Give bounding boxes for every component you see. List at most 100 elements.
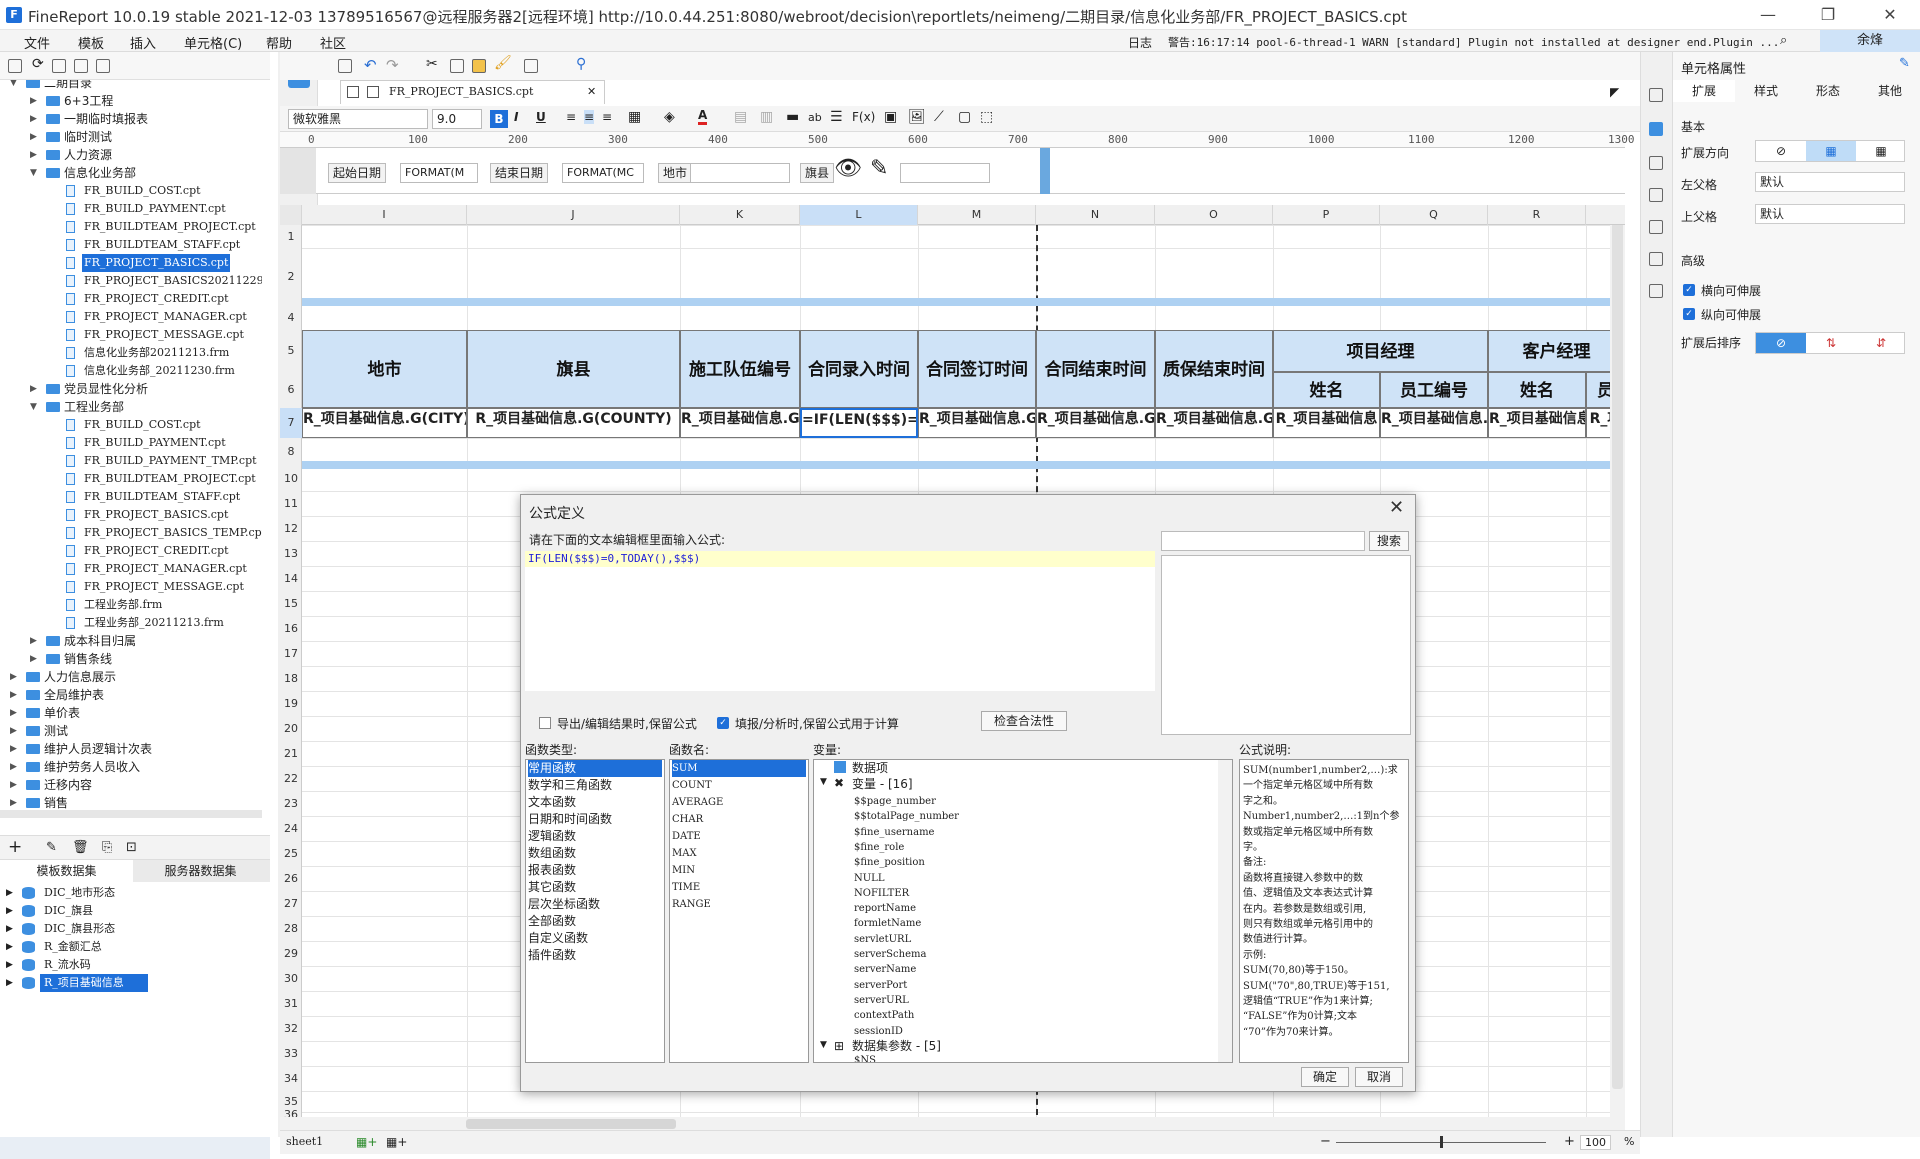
row-header-34[interactable]: 34 — [280, 1066, 302, 1091]
variable-item[interactable]: serverName — [854, 962, 1154, 977]
direction-none-icon[interactable]: ⊘ — [1756, 141, 1806, 161]
link-icon[interactable] — [1649, 252, 1663, 266]
tab-form[interactable]: 形态 — [1797, 80, 1859, 102]
log-label[interactable]: 日志 — [1128, 34, 1152, 51]
variable-item[interactable]: $fine_role — [854, 840, 1154, 855]
function-name-item[interactable]: DATE — [672, 828, 806, 845]
formula-editor[interactable]: IF(LEN($$$)=0,TODAY(),$$$) — [525, 551, 1155, 691]
refresh-icon[interactable]: ⟳ — [32, 56, 44, 72]
keep-export-checkbox[interactable] — [539, 717, 551, 729]
function-type-item[interactable]: 其它函数 — [528, 879, 662, 896]
expanded-arrow-icon[interactable]: ▼ — [820, 1040, 827, 1050]
hyperlink-icon[interactable] — [1649, 220, 1663, 234]
column-header-R[interactable]: R — [1488, 205, 1586, 225]
menu-template[interactable]: 模板 — [78, 33, 104, 52]
tree-item[interactable]: FR_PROJECT_MESSAGE.cpt — [0, 578, 262, 596]
redo-icon[interactable]: ↷ — [386, 56, 399, 74]
column-header-Q[interactable]: Q — [1380, 205, 1488, 225]
row-header-23[interactable]: 23 — [280, 791, 302, 816]
collapsed-arrow-icon[interactable]: ▶ — [6, 902, 13, 920]
new-folder-icon[interactable] — [8, 59, 22, 73]
pencil-icon[interactable]: ✎ — [870, 156, 888, 181]
justify-icon[interactable]: ☰ — [830, 109, 843, 125]
tree-item[interactable]: ▼ 工程业务部 — [0, 398, 262, 416]
function-search-input[interactable] — [1161, 531, 1365, 551]
tree-item[interactable]: ▶ 测试 — [0, 722, 262, 740]
tree-item[interactable]: ▶ 单价表 — [0, 704, 262, 722]
variable-item[interactable]: sessionID — [854, 1024, 1154, 1039]
v-expand-checkbox[interactable]: ✓ — [1683, 308, 1695, 320]
left-parent-select[interactable]: 默认 — [1755, 172, 1905, 192]
variable-item[interactable]: serverURL — [854, 993, 1154, 1008]
function-type-item[interactable]: 常用函数 — [528, 760, 662, 777]
dataset-item[interactable]: ▶ R_项目基础信息 — [0, 974, 270, 992]
data-cell[interactable]: R_项目基础信息.G(CONTRACT) — [1036, 408, 1155, 438]
variable-scrollbar[interactable] — [1218, 760, 1232, 1062]
header-cell[interactable]: 客户经理 — [1488, 330, 1625, 372]
header-cell[interactable]: 合同结束时间 — [1036, 330, 1155, 408]
row-header-14[interactable]: 14 — [280, 566, 302, 591]
zoom-value[interactable]: 100 — [1580, 1135, 1611, 1150]
add-sheet2-icon[interactable]: ▦+ — [386, 1135, 407, 1149]
row-header-31[interactable]: 31 — [280, 991, 302, 1016]
param-scrollbar[interactable] — [1040, 148, 1050, 194]
variable-item[interactable]: contextPath — [854, 1008, 1154, 1023]
tree-item[interactable]: ▶ 人力资源 — [0, 146, 262, 164]
tree-item[interactable]: FR_PROJECT_BASICS.cpt — [0, 254, 262, 272]
header-cell[interactable]: 质保结束时间 — [1155, 330, 1273, 408]
tree-item[interactable]: ▶ 临时测试 — [0, 128, 262, 146]
data-cell[interactable]: R_项目基础信息.G(CONTRACT) — [918, 408, 1036, 438]
zoom-out-icon[interactable]: − — [1320, 1134, 1331, 1149]
function-name-item[interactable]: AVERAGE — [672, 794, 806, 811]
search-button[interactable]: 搜索 — [1369, 531, 1409, 551]
cancel-button[interactable]: 取消 — [1355, 1067, 1403, 1087]
filter-icon[interactable]: ⊡ — [126, 840, 137, 855]
row-header-8[interactable]: 8 — [280, 438, 302, 466]
tree-item[interactable]: FR_BUILD_COST.cpt — [0, 416, 262, 434]
column-header-J[interactable]: J — [467, 205, 680, 225]
function-type-item[interactable]: 逻辑函数 — [528, 828, 662, 845]
close-button[interactable]: ✕ — [1862, 0, 1918, 30]
row-header-17[interactable]: 17 — [280, 641, 302, 666]
direction-vertical-icon[interactable]: ▦ — [1806, 141, 1856, 161]
sheet-tab[interactable]: sheet1 — [286, 1135, 323, 1148]
tree-item[interactable]: FR_PROJECT_CREDIT.cpt — [0, 542, 262, 560]
header-cell[interactable]: 员工编号 — [1380, 372, 1488, 408]
collapsed-arrow-icon[interactable]: ▶ — [10, 758, 17, 776]
edit-icon[interactable]: ✎ — [46, 840, 57, 855]
function-type-item[interactable]: 文本函数 — [528, 794, 662, 811]
header-cell[interactable]: 合同录入时间 — [800, 330, 918, 408]
tree-item[interactable]: ▶ 一期临时填报表 — [0, 110, 262, 128]
row-header-5[interactable]: 5 — [280, 330, 302, 372]
check-validity-button[interactable]: 检查合法性 — [981, 711, 1067, 731]
header-cell[interactable]: 地市 — [302, 330, 467, 408]
function-type-item[interactable]: 插件函数 — [528, 947, 662, 964]
function-type-item[interactable]: 数学和三角函数 — [528, 777, 662, 794]
row-header-15[interactable]: 15 — [280, 591, 302, 616]
row-header-27[interactable]: 27 — [280, 891, 302, 916]
row-header-12[interactable]: 12 — [280, 516, 302, 541]
search-icon[interactable]: ⌕ — [1780, 33, 1787, 48]
sort-desc-icon[interactable]: ⇵ — [1856, 333, 1906, 353]
sort-asc-icon[interactable]: ⇅ — [1806, 333, 1856, 353]
italic-button[interactable]: I — [514, 110, 518, 124]
county-combo[interactable] — [900, 163, 990, 183]
paste-icon[interactable] — [472, 59, 486, 73]
dataset-item[interactable]: ▶ DIC_旗县形态 — [0, 920, 270, 938]
row-header-19[interactable]: 19 — [280, 691, 302, 716]
function-name-item[interactable]: CHAR — [672, 811, 806, 828]
function-name-item[interactable]: COUNT — [672, 777, 806, 794]
data-cell[interactable]: R_项目基础信息.G(CITY) — [302, 408, 467, 438]
param-handle[interactable] — [280, 148, 316, 194]
variable-item[interactable]: $$page_number — [854, 794, 1154, 809]
header-cell[interactable]: 项目经理 — [1273, 330, 1488, 372]
row-header-28[interactable]: 28 — [280, 916, 302, 941]
function-name-item[interactable]: RANGE — [672, 896, 806, 913]
row-header-16[interactable]: 16 — [280, 616, 302, 641]
variable-item[interactable]: servletURL — [854, 932, 1154, 947]
tree-item[interactable]: 工程业务部.frm — [0, 596, 262, 614]
variable-item[interactable]: $fine_position — [854, 855, 1154, 870]
condition-icon[interactable] — [1649, 156, 1663, 170]
cell-element-icon[interactable] — [1649, 122, 1663, 136]
document-tab-close[interactable]: ✕ — [587, 81, 596, 103]
